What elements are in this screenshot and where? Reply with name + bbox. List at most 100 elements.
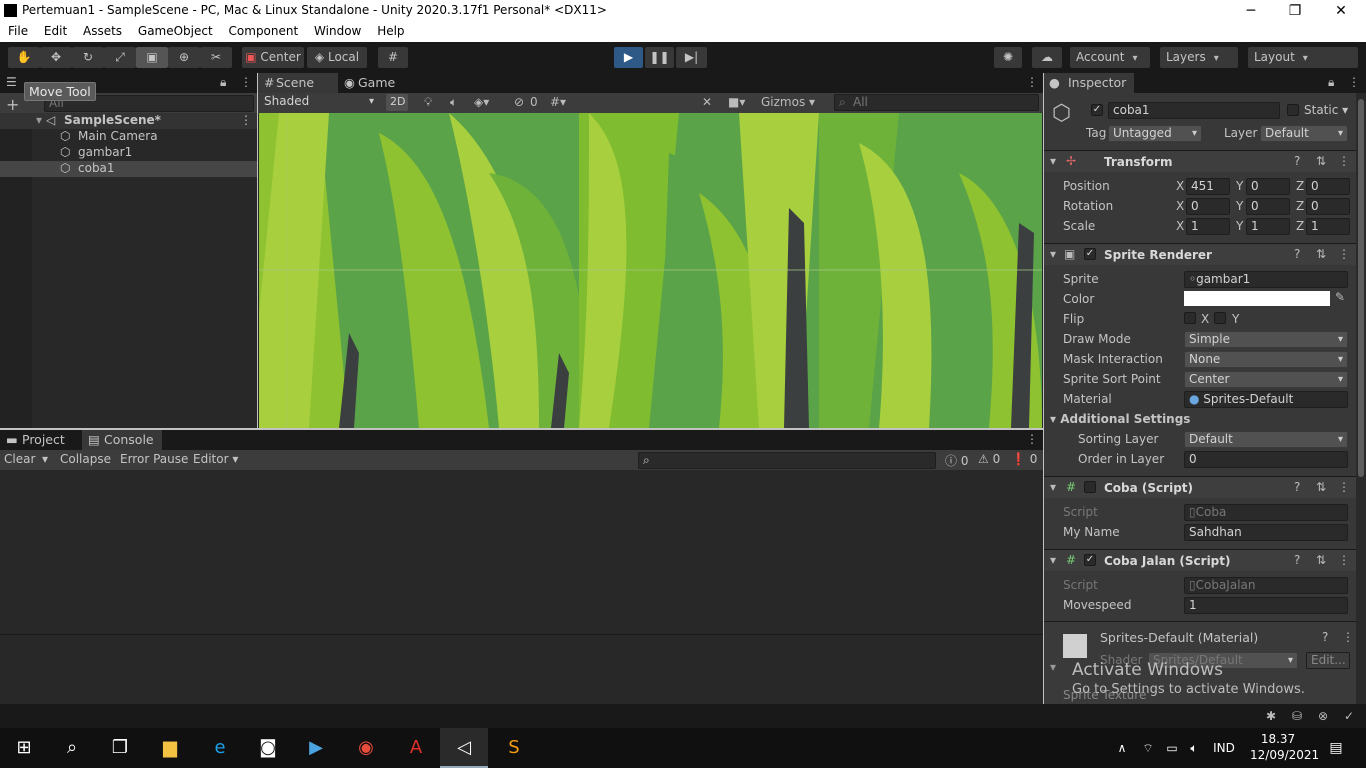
log-toggle[interactable]: ⓘ 0 bbox=[945, 452, 968, 469]
collab-icon[interactable]: ✺ bbox=[994, 47, 1022, 68]
more-icon[interactable]: ⋮ bbox=[1348, 75, 1360, 89]
scale-tool-icon[interactable]: ⤢ bbox=[104, 47, 136, 68]
enabled-checkbox[interactable] bbox=[1084, 481, 1096, 493]
help-icon[interactable]: ? bbox=[1294, 154, 1300, 168]
console-search-input[interactable]: ⌕ bbox=[638, 452, 936, 469]
coba-script-header[interactable]: ▾ # Coba (Script) ? ⇅ ⋮ bbox=[1044, 476, 1356, 498]
scale-y-input[interactable]: 1 bbox=[1246, 218, 1290, 235]
component-menu-icon[interactable]: ⋮ bbox=[1338, 247, 1350, 261]
preset-icon[interactable]: ⇅ bbox=[1316, 247, 1326, 261]
coba-jalan-script-header[interactable]: ▾ # ✓ Coba Jalan (Script) ? ⇅ ⋮ bbox=[1044, 549, 1356, 571]
edit-shader-button[interactable]: Edit... bbox=[1306, 652, 1350, 669]
inspector-scrollbar[interactable] bbox=[1356, 93, 1366, 704]
task-view-icon[interactable]: ❐ bbox=[96, 728, 144, 768]
scale-x-input[interactable]: 1 bbox=[1186, 218, 1230, 235]
gizmos-dropdown[interactable]: Gizmos ▾ bbox=[761, 95, 815, 109]
acrobat-icon[interactable]: A bbox=[392, 728, 440, 768]
lighting-icon[interactable]: 💡︎ bbox=[424, 95, 432, 110]
tools-icon[interactable]: ✕ bbox=[702, 95, 712, 109]
move-tool-icon[interactable]: ✥ bbox=[40, 47, 72, 68]
tab-console[interactable]: ▤ Console bbox=[82, 430, 162, 450]
scrollbar-thumb[interactable] bbox=[1358, 99, 1364, 477]
warning-toggle[interactable]: ⚠ 0 bbox=[978, 452, 1000, 466]
network-icon[interactable]: ⊗ bbox=[1318, 709, 1328, 723]
battery-icon[interactable]: ▭ bbox=[1160, 728, 1184, 768]
object-name-input[interactable]: coba1 bbox=[1108, 102, 1280, 119]
sort-point-dropdown[interactable]: Center bbox=[1184, 371, 1348, 388]
scene-menu-icon[interactable]: ⋮ bbox=[240, 113, 252, 127]
minimize-icon[interactable]: ─ bbox=[1228, 0, 1274, 22]
static-checkbox[interactable] bbox=[1287, 104, 1299, 116]
layout-dropdown[interactable]: Layout bbox=[1248, 47, 1358, 68]
menu-file[interactable]: File bbox=[8, 22, 28, 38]
windows-start-icon[interactable]: ⊞ bbox=[0, 728, 48, 768]
volume-icon[interactable]: 🔈︎ bbox=[1182, 728, 1206, 768]
hand-tool-icon[interactable]: ✋ bbox=[8, 47, 40, 68]
rotate-tool-icon[interactable]: ↻ bbox=[72, 47, 104, 68]
effects-icon[interactable]: ◈▾ bbox=[474, 95, 489, 109]
position-x-input[interactable]: 451 bbox=[1186, 178, 1230, 195]
more-icon[interactable]: ⋮ bbox=[1026, 432, 1038, 446]
color-swatch[interactable] bbox=[1184, 291, 1330, 306]
2d-toggle[interactable]: 2D bbox=[386, 94, 408, 111]
component-menu-icon[interactable]: ⋮ bbox=[1338, 480, 1350, 494]
tab-project[interactable]: ▬ Project bbox=[0, 430, 80, 450]
mask-interaction-dropdown[interactable]: None bbox=[1184, 351, 1348, 368]
tab-inspector[interactable]: ● Inspector bbox=[1044, 73, 1134, 93]
help-icon[interactable]: ? bbox=[1294, 247, 1300, 261]
sprite-field[interactable]: ◦gambar1 bbox=[1184, 271, 1348, 288]
error-toggle[interactable]: ❗ 0 bbox=[1011, 452, 1037, 466]
tray-chevron-icon[interactable]: ∧ bbox=[1110, 728, 1134, 768]
rotation-z-input[interactable]: 0 bbox=[1306, 198, 1350, 215]
scene-search-input[interactable]: ⌕ All bbox=[834, 94, 1039, 111]
clear-dropdown-icon[interactable]: ▾ bbox=[42, 452, 48, 466]
camera-icon[interactable]: ■▾ bbox=[728, 95, 745, 109]
editor-dropdown[interactable]: Editor ▾ bbox=[193, 452, 238, 466]
cloud-icon[interactable]: ☁ bbox=[1032, 47, 1062, 68]
eyedropper-icon[interactable]: ✎ bbox=[1335, 290, 1345, 304]
flip-x-checkbox[interactable] bbox=[1184, 312, 1196, 324]
additional-settings-foldout[interactable]: ▾ Additional Settings bbox=[1050, 412, 1190, 426]
add-icon[interactable]: + bbox=[6, 95, 19, 114]
tag-dropdown[interactable]: Untagged bbox=[1108, 125, 1202, 142]
sorting-layer-dropdown[interactable]: Default bbox=[1184, 431, 1348, 448]
clear-button[interactable]: Clear bbox=[4, 452, 35, 466]
material-field[interactable]: ● Sprites-Default bbox=[1184, 391, 1348, 408]
preset-icon[interactable]: ⇅ bbox=[1316, 480, 1326, 494]
sprite-renderer-header[interactable]: ▾ ▣ ✓ Sprite Renderer ? ⇅ ⋮ bbox=[1044, 243, 1356, 265]
rect-tool-icon[interactable]: ▣ bbox=[136, 47, 168, 68]
pivot-center-button[interactable]: ▣ Center bbox=[242, 47, 304, 68]
scene-row[interactable]: ▾ ◁ SampleScene* ⋮ bbox=[0, 113, 257, 129]
close-icon[interactable]: ✕ bbox=[1318, 0, 1364, 22]
enabled-checkbox[interactable]: ✓ bbox=[1084, 554, 1096, 566]
order-in-layer-input[interactable]: 0 bbox=[1184, 451, 1348, 468]
hierarchy-item[interactable]: ⬡ gambar1 bbox=[0, 145, 257, 161]
menu-edit[interactable]: Edit bbox=[44, 22, 67, 38]
menu-assets[interactable]: Assets bbox=[83, 22, 122, 38]
rotation-y-input[interactable]: 0 bbox=[1246, 198, 1290, 215]
debug-icon[interactable]: ✱ bbox=[1266, 709, 1276, 723]
tab-game[interactable]: ◉ Game bbox=[340, 73, 410, 93]
check-icon[interactable]: ✓ bbox=[1344, 709, 1354, 723]
wifi-icon[interactable]: ⌔ bbox=[1136, 728, 1160, 768]
active-checkbox[interactable]: ✓ bbox=[1091, 104, 1103, 116]
component-menu-icon[interactable]: ⋮ bbox=[1338, 553, 1350, 567]
sublime-icon[interactable]: S bbox=[490, 728, 538, 768]
edge-icon[interactable]: e bbox=[196, 728, 244, 768]
position-z-input[interactable]: 0 bbox=[1306, 178, 1350, 195]
cache-icon[interactable]: ⛁ bbox=[1292, 709, 1302, 723]
preset-icon[interactable]: ⇅ bbox=[1316, 553, 1326, 567]
clock[interactable]: 18.37 12/09/2021 bbox=[1250, 731, 1319, 763]
restore-icon[interactable]: ❐ bbox=[1272, 0, 1318, 22]
flip-y-checkbox[interactable] bbox=[1214, 312, 1226, 324]
grid-icon[interactable]: #▾ bbox=[550, 95, 566, 109]
camera-app-icon[interactable]: ◙ bbox=[244, 728, 292, 768]
help-icon[interactable]: ? bbox=[1294, 553, 1300, 567]
audio-icon[interactable]: 🔈︎ bbox=[450, 95, 457, 110]
movespeed-input[interactable]: 1 bbox=[1184, 597, 1348, 614]
more-icon[interactable]: ⋮ bbox=[240, 75, 252, 89]
menu-help[interactable]: Help bbox=[377, 22, 404, 38]
tab-scene[interactable]: # Scene bbox=[258, 73, 338, 93]
transform-header[interactable]: ▾ ✢ Transform ? ⇅ ⋮ bbox=[1044, 150, 1356, 172]
account-dropdown[interactable]: Account bbox=[1070, 47, 1150, 68]
